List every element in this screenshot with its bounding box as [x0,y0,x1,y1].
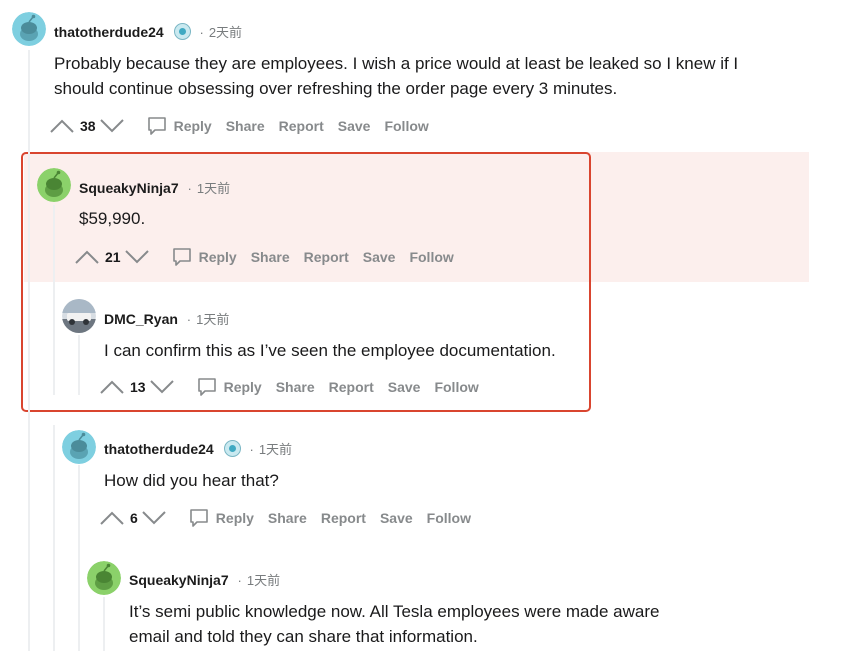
share-button[interactable]: Share [268,510,307,526]
comment-body-line: Probably because they are employees. I w… [54,54,739,73]
comment-header: SqueakyNinja7 · 1天前 [129,572,281,588]
comment-header: SqueakyNinja7 · 1天前 [79,180,231,196]
comment-timestamp[interactable]: 1天前 [259,442,292,457]
report-button[interactable]: Report [329,379,374,395]
downvote-arrow-icon[interactable] [98,116,126,136]
username-link[interactable]: thatotherdude24 [104,441,214,457]
snoo-avatar-icon [12,12,46,46]
comment-timestamp[interactable]: 1天前 [197,181,230,196]
upvote-arrow-icon[interactable] [98,508,126,528]
achievement-badge-icon[interactable] [173,23,191,40]
thread-line [53,205,55,395]
save-button[interactable]: Save [338,118,371,134]
comment-body-line: It’s semi public knowledge now. All Tesl… [129,602,660,621]
follow-button[interactable]: Follow [427,510,471,526]
speech-bubble-icon [197,378,216,396]
reply-button[interactable]: Reply [146,115,212,137]
save-button[interactable]: Save [380,510,413,526]
avatar[interactable] [87,561,121,595]
reply-button[interactable]: Reply [196,376,262,398]
comment-header: thatotherdude24 · 2天前 [54,23,243,40]
snoo-avatar-icon [62,430,96,464]
snoo-avatar-icon [37,168,71,202]
username-link[interactable]: DMC_Ryan [104,311,178,327]
comment-body-line: I can confirm this as I’ve seen the empl… [104,341,556,360]
text-fade-overlay [660,598,720,624]
comment-timestamp[interactable]: 1天前 [196,312,229,327]
reply-label: Reply [198,249,237,265]
upvote-arrow-icon[interactable] [73,247,101,267]
comment-timestamp[interactable]: 2天前 [209,25,242,40]
username-link[interactable]: thatotherdude24 [54,24,164,40]
avatar[interactable] [37,168,71,202]
avatar[interactable] [62,299,96,333]
reply-button[interactable]: Reply [188,507,254,529]
username-link[interactable]: SqueakyNinja7 [129,572,229,588]
thread-line [28,50,30,651]
comment-action-bar: 21 Reply Share Report Save Follow [73,244,454,270]
share-button[interactable]: Share [251,249,290,265]
speech-bubble-icon [147,117,166,135]
upvote-arrow-icon[interactable] [48,116,76,136]
reply-label: Reply [223,379,262,395]
downvote-arrow-icon[interactable] [123,247,151,267]
vote-score: 13 [130,379,146,395]
vote-score: 6 [130,510,138,526]
comment-body-line: How did you hear that? [104,471,279,490]
upvote-arrow-icon[interactable] [98,377,126,397]
comment-body-line: email and told they can share that infor… [129,627,478,646]
speech-bubble-icon [172,248,191,266]
report-button[interactable]: Report [321,510,366,526]
photo-avatar-icon [62,299,96,333]
downvote-arrow-icon[interactable] [148,377,176,397]
reply-label: Reply [173,118,212,134]
vote-score: 38 [80,118,96,134]
comment-timestamp[interactable]: 1天前 [247,573,280,588]
follow-button[interactable]: Follow [434,379,478,395]
follow-button[interactable]: Follow [409,249,453,265]
thread-line [78,335,80,395]
follow-button[interactable]: Follow [384,118,428,134]
achievement-badge-icon[interactable] [223,440,241,457]
downvote-arrow-icon[interactable] [140,508,168,528]
thread-line [103,597,105,651]
thread-line [78,465,80,651]
comment-action-bar: 6 Reply Share Report Save Follow [98,505,471,531]
save-button[interactable]: Save [388,379,421,395]
comment-action-bar: 38 Reply Share Report Save Follow [48,113,429,139]
comment-body-line: $59,990. [79,209,146,228]
speech-bubble-icon [189,509,208,527]
reply-label: Reply [215,510,254,526]
username-link[interactable]: SqueakyNinja7 [79,180,179,196]
reply-button[interactable]: Reply [171,246,237,268]
report-button[interactable]: Report [279,118,324,134]
share-button[interactable]: Share [276,379,315,395]
avatar[interactable] [12,12,46,46]
comment-body-line: should continue obsessing over refreshin… [54,79,618,98]
comment-header: thatotherdude24 · 1天前 [104,440,293,457]
save-button[interactable]: Save [363,249,396,265]
comment-action-bar: 13 Reply Share Report Save Follow [98,374,479,400]
snoo-avatar-icon [87,561,121,595]
share-button[interactable]: Share [226,118,265,134]
comment-header: DMC_Ryan · 1天前 [104,311,230,327]
avatar[interactable] [62,430,96,464]
thread-line [53,425,55,651]
vote-score: 21 [105,249,121,265]
report-button[interactable]: Report [304,249,349,265]
